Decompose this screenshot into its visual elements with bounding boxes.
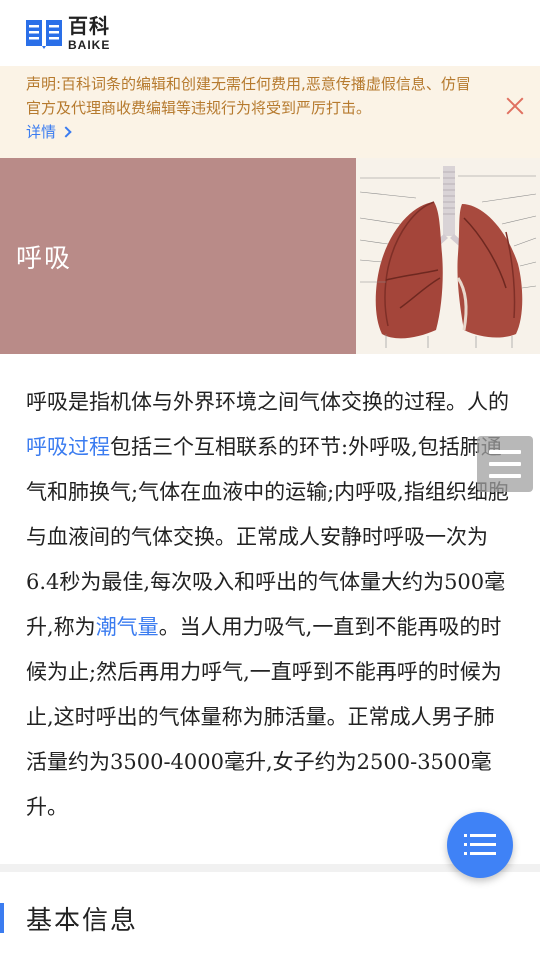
notice-message: 声明:百科词条的编辑和创建无需任何费用,恶意传播虚假信息、仿冒官方及代理商收费编… [26, 75, 471, 117]
menu-icon-bar-2 [489, 462, 521, 466]
intro-paragraph: 呼吸是指机体与外界环境之间气体交换的过程。人的呼吸过程包括三个互相联系的环节:外… [26, 380, 514, 830]
link-tidal-volume[interactable]: 潮气量 [96, 615, 159, 639]
section-title-text: 基本信息 [26, 905, 139, 936]
menu-icon [489, 450, 521, 454]
section-accent-bar [0, 903, 4, 933]
hero-banner: 呼吸 [0, 158, 540, 354]
logo-cn-text: 百科 [68, 13, 110, 38]
close-icon[interactable] [506, 96, 524, 114]
notice-details-link[interactable]: 详情 [26, 120, 72, 144]
baike-logo[interactable]: 百科 BAIKE [24, 16, 110, 51]
book-logo-icon [26, 20, 62, 49]
list-icon [464, 834, 496, 855]
disclaimer-notice: 声明:百科词条的编辑和创建无需任何费用,恶意传播虚假信息、仿冒官方及代理商收费编… [0, 66, 540, 158]
section-basic-info: 基本信息 [0, 900, 138, 936]
article-intro: 呼吸是指机体与外界环境之间气体交换的过程。人的呼吸过程包括三个互相联系的环节:外… [0, 354, 540, 819]
logo-text: 百科 BAIKE [68, 16, 110, 51]
side-menu-button[interactable] [477, 436, 533, 492]
notice-text: 声明:百科词条的编辑和创建无需任何费用,恶意传播虚假信息、仿冒官方及代理商收费编… [26, 72, 480, 144]
intro-text-3: 。当人用力吸气,一直到不能再吸的时候为止;然后再用力呼气,一直呼到不能再呼的时候… [26, 615, 502, 819]
lungs-illustration[interactable] [356, 158, 540, 354]
catalog-fab-button[interactable] [447, 812, 513, 878]
logo-en-text: BAIKE [68, 37, 111, 52]
lungs-image [356, 158, 540, 354]
notice-details-label: 详情 [26, 123, 57, 141]
header: 百科 BAIKE [0, 0, 540, 66]
intro-text-1: 呼吸是指机体与外界环境之间气体交换的过程。人的 [26, 390, 509, 414]
hero-title-box: 呼吸 [0, 158, 356, 354]
menu-icon-bar-3 [489, 474, 521, 478]
chevron-right-icon [60, 126, 72, 138]
intro-text-2: 包括三个互相联系的环节:外呼吸,包括肺通气和肺换气;气体在血液中的运输;内呼吸,… [26, 435, 509, 639]
page-title: 呼吸 [16, 243, 73, 274]
link-breathing-process[interactable]: 呼吸过程 [26, 435, 110, 459]
